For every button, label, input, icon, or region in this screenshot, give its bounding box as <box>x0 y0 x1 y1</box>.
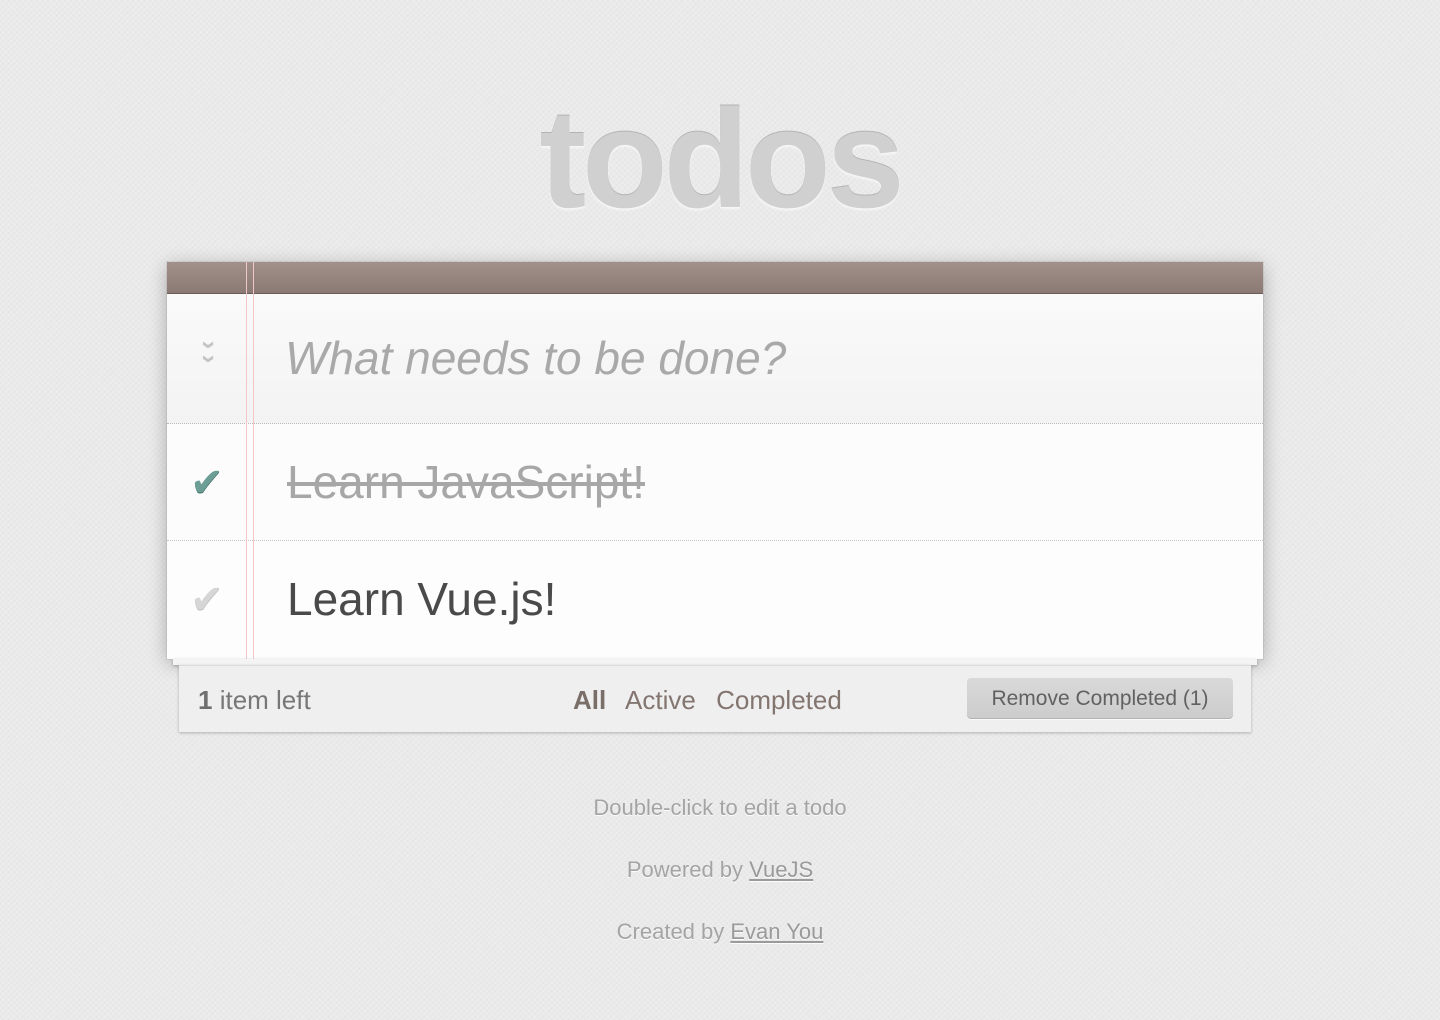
filter-completed[interactable]: Completed <box>716 685 842 715</box>
app-title: todos <box>539 80 904 237</box>
notebook-margin-line <box>246 262 247 659</box>
double-chevron-down-icon[interactable]: › › <box>195 338 225 374</box>
filter-active[interactable]: Active <box>625 685 696 715</box>
new-todo-input[interactable] <box>285 328 1225 388</box>
filters: All Active Completed <box>573 684 855 716</box>
todo-app: ›› ✔ Learn JavaScript! ✔ Learn Vue.js! <box>167 262 1263 659</box>
todo-count-suffix: item left <box>212 685 311 715</box>
filter-all[interactable]: All <box>573 685 606 715</box>
todo-label[interactable]: Learn Vue.js! <box>287 571 556 627</box>
vuejs-link[interactable]: VueJS <box>749 857 813 882</box>
edit-hint: Double-click to edit a todo <box>593 795 847 820</box>
author-link[interactable]: Evan You <box>730 919 823 944</box>
checkmark-icon[interactable]: ✔ <box>187 577 227 623</box>
todo-label[interactable]: Learn JavaScript! <box>287 454 645 510</box>
notebook-margin-line <box>253 262 254 659</box>
remove-completed-button[interactable]: Remove Completed (1) <box>967 678 1233 719</box>
checkmark-icon[interactable]: ✔ <box>187 460 227 506</box>
todo-count: 1 item left <box>198 684 311 716</box>
app-top-bar <box>167 262 1263 294</box>
powered-by-prefix: Powered by <box>626 857 750 882</box>
todo-item[interactable]: ✔ Learn JavaScript! <box>167 424 1263 541</box>
created-by-prefix: Created by <box>616 919 731 944</box>
todo-footer: 1 item left All Active Completed Remove … <box>179 665 1251 732</box>
new-todo-row: › › <box>167 294 1263 424</box>
todo-count-number: 1 <box>198 685 213 715</box>
todo-item[interactable]: ✔ Learn Vue.js! <box>167 541 1263 659</box>
created-by: Created by Evan You <box>0 917 1440 947</box>
powered-by: Powered by VueJS <box>0 855 1440 885</box>
